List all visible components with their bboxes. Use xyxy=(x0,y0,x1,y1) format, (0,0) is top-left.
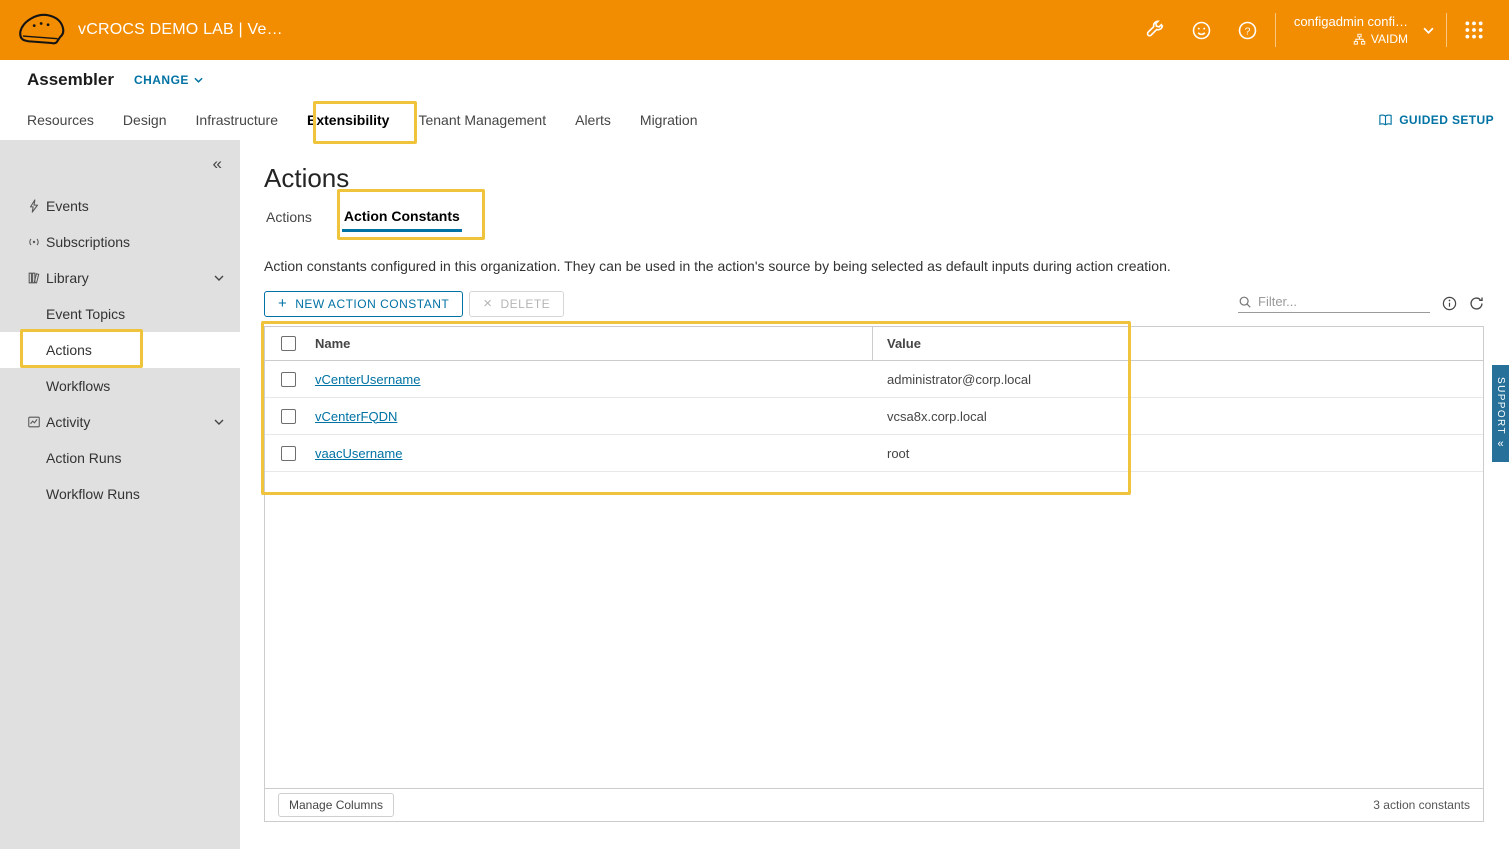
crocs-logo-icon xyxy=(16,7,68,53)
sidebar-item-label: Workflow Runs xyxy=(46,486,140,502)
filter-input[interactable] xyxy=(1258,294,1430,309)
action-constant-value: administrator@corp.local xyxy=(873,372,1483,387)
new-action-constant-button[interactable]: + NEW ACTION CONSTANT xyxy=(264,291,463,317)
developer-tools-icon[interactable] xyxy=(1133,0,1179,60)
action-constants-table: Name Value vCenterUsername administrator… xyxy=(264,326,1484,822)
sidebar-item-label: Activity xyxy=(46,414,90,430)
sidebar-item-action-runs[interactable]: Action Runs xyxy=(0,440,240,476)
guided-setup-label: GUIDED SETUP xyxy=(1399,113,1494,127)
search-icon xyxy=(1238,295,1252,309)
svg-text:?: ? xyxy=(1245,25,1251,37)
library-icon xyxy=(27,271,46,285)
guided-setup-button[interactable]: GUIDED SETUP xyxy=(1378,113,1494,128)
feedback-smiley-icon[interactable] xyxy=(1179,0,1225,60)
tab-resources[interactable]: Resources xyxy=(27,112,94,128)
tab-extensibility[interactable]: Extensibility xyxy=(307,112,389,128)
action-constant-value: vcsa8x.corp.local xyxy=(873,409,1483,424)
primary-navigation: Resources Design Infrastructure Extensib… xyxy=(0,100,1509,140)
close-icon: × xyxy=(483,296,492,311)
chevron-down-icon[interactable] xyxy=(214,419,224,425)
delete-label: DELETE xyxy=(500,297,550,311)
topbar-divider xyxy=(1446,13,1447,47)
tab-alerts[interactable]: Alerts xyxy=(575,112,611,128)
sidebar-item-activity[interactable]: Activity xyxy=(0,404,240,440)
support-label: SUPPORT xyxy=(1495,377,1506,435)
sidebar-item-label: Workflows xyxy=(46,378,110,394)
table-row: vaacUsername root xyxy=(265,435,1483,472)
column-header-name[interactable]: Name xyxy=(311,327,873,360)
page-description: Action constants configured in this orga… xyxy=(264,256,1484,276)
sidebar-item-library[interactable]: Library xyxy=(0,260,240,296)
sidebar-item-events[interactable]: Events xyxy=(0,188,240,224)
filter-box xyxy=(1238,294,1430,313)
select-all-checkbox[interactable] xyxy=(281,336,296,351)
expand-left-icon: « xyxy=(1497,439,1503,450)
delete-button[interactable]: × DELETE xyxy=(469,291,564,317)
action-constant-link[interactable]: vCenterUsername xyxy=(315,372,421,387)
change-label: CHANGE xyxy=(134,73,189,87)
new-action-constant-label: NEW ACTION CONSTANT xyxy=(295,297,449,311)
service-bar: Assembler CHANGE xyxy=(0,60,1509,100)
manage-columns-button[interactable]: Manage Columns xyxy=(278,793,394,817)
main-content: Actions Actions Action Constants Action … xyxy=(240,140,1509,849)
info-icon[interactable] xyxy=(1442,296,1457,311)
chevron-down-icon xyxy=(194,77,203,83)
events-icon xyxy=(27,199,46,213)
tab-design[interactable]: Design xyxy=(123,112,167,128)
subscriptions-icon xyxy=(27,235,46,249)
plus-icon: + xyxy=(278,296,287,311)
app-launcher-icon[interactable] xyxy=(1451,0,1497,60)
action-constant-link[interactable]: vCenterFQDN xyxy=(315,409,397,424)
tab-action-constants[interactable]: Action Constants xyxy=(342,202,462,232)
user-menu[interactable]: configadmin confi… VAIDM xyxy=(1294,14,1408,46)
user-menu-chevron-down-icon[interactable] xyxy=(1414,0,1442,60)
sidebar-item-workflow-runs[interactable]: Workflow Runs xyxy=(0,476,240,512)
refresh-icon[interactable] xyxy=(1469,296,1484,311)
table-row: vCenterUsername administrator@corp.local xyxy=(265,361,1483,398)
sidebar-item-subscriptions[interactable]: Subscriptions xyxy=(0,224,240,260)
tab-infrastructure[interactable]: Infrastructure xyxy=(196,112,278,128)
table-header-row: Name Value xyxy=(265,327,1483,361)
row-checkbox[interactable] xyxy=(281,409,296,424)
sidebar-item-workflows[interactable]: Workflows xyxy=(0,368,240,404)
topbar-divider xyxy=(1275,13,1276,47)
tab-migration[interactable]: Migration xyxy=(640,112,698,128)
sidebar-item-label: Events xyxy=(46,198,89,214)
organization-icon xyxy=(1353,33,1366,46)
sidebar-item-label: Action Runs xyxy=(46,450,121,466)
sidebar-item-label: Actions xyxy=(46,342,92,358)
column-header-value[interactable]: Value xyxy=(873,336,1483,351)
service-name: Assembler xyxy=(27,70,114,90)
chevron-down-icon[interactable] xyxy=(214,275,224,281)
table-row: vCenterFQDN vcsa8x.corp.local xyxy=(265,398,1483,435)
subtabs: Actions Action Constants xyxy=(264,202,1484,232)
help-icon[interactable]: ? xyxy=(1225,0,1271,60)
row-count-label: 3 action constants xyxy=(1373,798,1470,812)
row-checkbox[interactable] xyxy=(281,446,296,461)
page-title: Actions xyxy=(264,162,1484,194)
sidebar-collapse-button[interactable]: « xyxy=(0,140,240,188)
action-constant-value: root xyxy=(873,446,1483,461)
tab-tenant-management[interactable]: Tenant Management xyxy=(418,112,546,128)
user-name: configadmin confi… xyxy=(1294,14,1408,29)
top-header-bar: vCROCS DEMO LAB | Ve… ? configadmin conf… xyxy=(0,0,1509,60)
table-toolbar: + NEW ACTION CONSTANT × DELETE xyxy=(264,290,1484,317)
sidebar-item-label: Event Topics xyxy=(46,306,125,322)
sidebar-item-label: Library xyxy=(46,270,89,286)
row-checkbox[interactable] xyxy=(281,372,296,387)
sidebar-item-label: Subscriptions xyxy=(46,234,130,250)
sidebar: « Events Subscriptions xyxy=(0,140,240,849)
tab-actions[interactable]: Actions xyxy=(264,202,314,232)
table-footer: Manage Columns 3 action constants xyxy=(265,788,1483,821)
collapse-left-icon: « xyxy=(213,154,222,174)
action-constant-link[interactable]: vaacUsername xyxy=(315,446,402,461)
org-name: VAIDM xyxy=(1371,32,1408,46)
activity-icon xyxy=(27,415,46,429)
book-icon xyxy=(1378,113,1393,128)
workspace-title: vCROCS DEMO LAB | Ve… xyxy=(78,21,283,39)
sidebar-item-event-topics[interactable]: Event Topics xyxy=(0,296,240,332)
change-service-button[interactable]: CHANGE xyxy=(134,73,203,87)
support-panel-tab[interactable]: SUPPORT « xyxy=(1492,365,1509,462)
sidebar-item-actions[interactable]: Actions xyxy=(0,332,240,368)
